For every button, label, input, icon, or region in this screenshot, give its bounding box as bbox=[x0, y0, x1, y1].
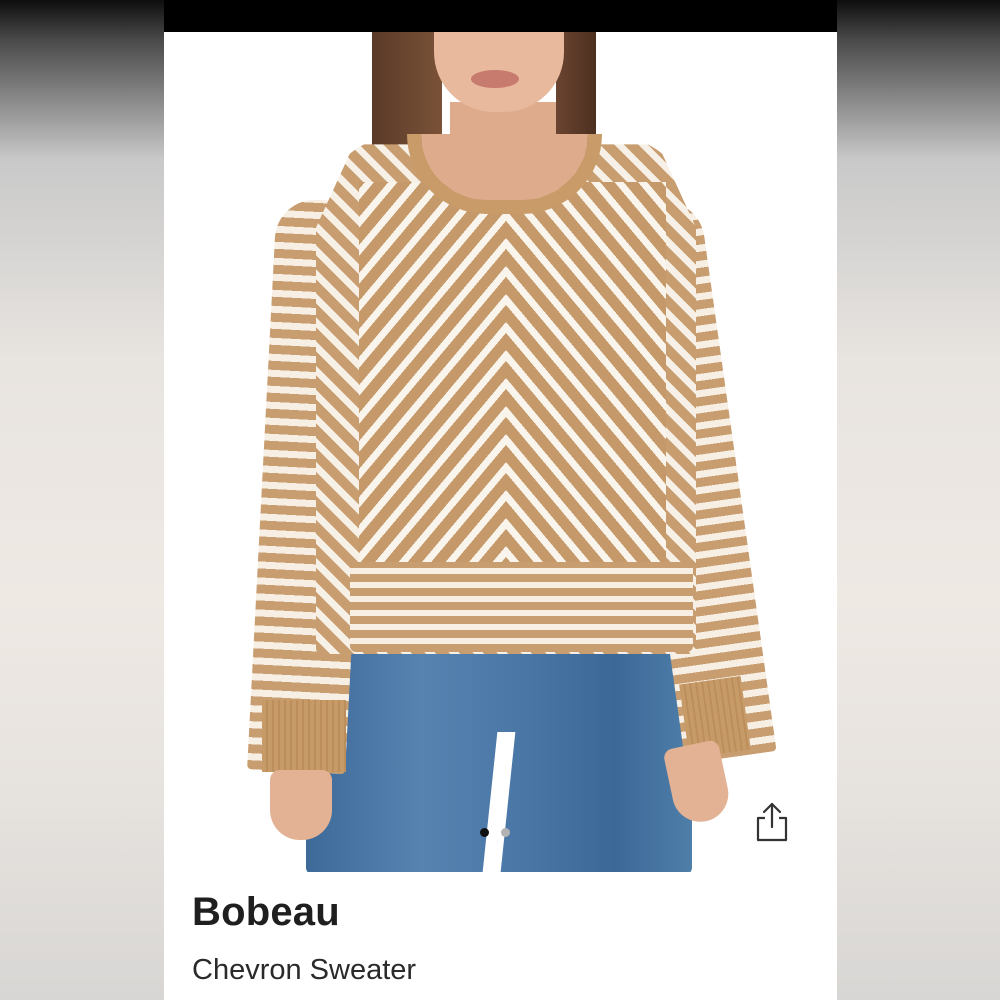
share-icon bbox=[756, 802, 788, 842]
sweater-hem bbox=[350, 562, 693, 652]
brand-name[interactable]: Bobeau bbox=[192, 890, 340, 935]
share-button[interactable] bbox=[754, 800, 790, 844]
product-screen: Bobeau Chevron Sweater bbox=[164, 0, 837, 1000]
carousel-dot[interactable] bbox=[501, 828, 510, 837]
backdrop-right bbox=[836, 0, 1000, 1000]
model-hand-left bbox=[270, 770, 332, 840]
product-title: Chevron Sweater bbox=[192, 954, 417, 986]
backdrop-left bbox=[0, 0, 164, 1000]
status-bar bbox=[164, 0, 837, 32]
sweater-chevron-right bbox=[506, 182, 666, 602]
sweater-cuff-left bbox=[262, 700, 346, 772]
sweater-chevron-left bbox=[359, 182, 506, 602]
carousel-dot-active[interactable] bbox=[480, 828, 489, 837]
model-lips bbox=[471, 70, 519, 88]
product-image[interactable] bbox=[164, 32, 837, 872]
carousel-indicator bbox=[480, 828, 510, 837]
